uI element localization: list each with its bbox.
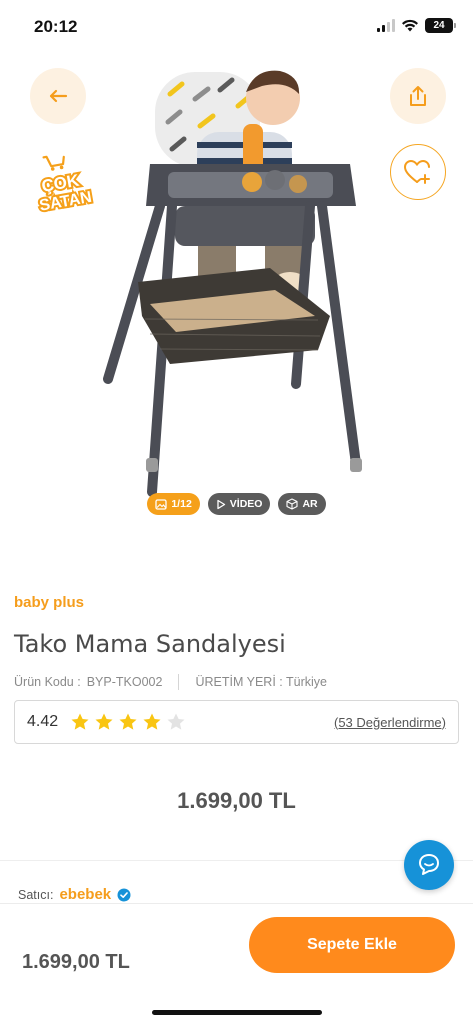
seller-name[interactable]: ebebek [59, 886, 111, 903]
video-button[interactable]: VİDEO [207, 493, 271, 515]
add-to-cart-button[interactable]: Sepete Ekle [249, 917, 455, 973]
seller-label: Satıcı: [18, 887, 54, 902]
product-title: Tako Mama Sandalyesi [14, 630, 286, 658]
rating-stars [70, 712, 186, 732]
home-indicator [152, 1010, 322, 1015]
image-counter: 1/12 [171, 498, 192, 510]
brand-name[interactable]: baby plus [14, 594, 84, 611]
battery-icon: 24 [425, 18, 456, 33]
share-icon [410, 86, 426, 106]
status-icons: 24 [377, 18, 456, 33]
image-counter-pill[interactable]: 1/12 [147, 493, 200, 515]
status-bar: 20:12 24 [0, 0, 473, 54]
video-label: VİDEO [229, 498, 263, 510]
seller-info: Satıcı: ebebek [18, 886, 131, 903]
product-origin: ÜRETİM YERİ : Türkiye [195, 675, 327, 689]
star-icon [95, 713, 113, 730]
verified-icon [117, 888, 131, 901]
divider [0, 860, 473, 861]
star-icon [167, 713, 185, 730]
back-button[interactable] [30, 68, 86, 124]
bottom-price: 1.699,00 TL [22, 951, 130, 973]
chat-icon [419, 854, 439, 875]
play-icon [217, 499, 225, 509]
product-price: 1.699,00 TL [177, 788, 296, 813]
add-to-favorites-button[interactable] [390, 144, 446, 200]
product-gallery[interactable]: ÇOK SATAN 1/12 VİDEO AR [0, 54, 473, 524]
star-icon [119, 713, 137, 730]
wifi-icon [402, 19, 418, 32]
bestseller-badge: ÇOK SATAN [36, 155, 95, 216]
rating-box[interactable]: 4.42 (53 Değerlendirme) [14, 700, 459, 744]
star-icon [71, 713, 89, 730]
share-button[interactable] [390, 68, 446, 124]
product-image [103, 70, 362, 497]
star-icon [143, 713, 161, 730]
cube-icon [286, 498, 299, 510]
signal-icon [377, 19, 395, 32]
bottom-bar: 1.699,00 TL Sepete Ekle [0, 903, 473, 1024]
ar-button[interactable]: AR [278, 493, 326, 515]
back-arrow-icon [49, 89, 68, 103]
meta-divider [178, 674, 180, 690]
heart-plus-icon [403, 159, 430, 184]
reviews-link[interactable]: (53 Değerlendirme) [334, 715, 446, 730]
chat-button[interactable] [404, 840, 454, 890]
rating-value: 4.42 [27, 713, 59, 730]
product-meta: Ürün Kodu : BYP-TKO002 ÜRETİM YERİ : Tür… [14, 674, 327, 690]
product-code-label: Ürün Kodu : [14, 675, 81, 689]
image-icon [155, 498, 167, 510]
ar-label: AR [302, 498, 318, 510]
media-pills: 1/12 VİDEO AR [0, 493, 473, 515]
product-code-value: BYP-TKO002 [86, 675, 163, 689]
status-time: 20:12 [34, 17, 78, 36]
